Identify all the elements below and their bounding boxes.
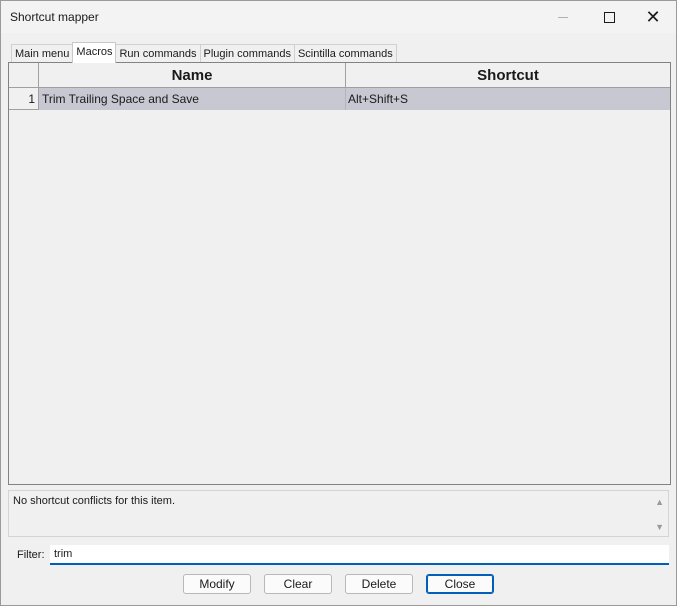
shortcut-mapper-window: Shortcut mapper ✕ Main menu Macros Run c… [0, 0, 677, 606]
tab-macros[interactable]: Macros [72, 42, 117, 63]
tab-bar: Main menu Macros Run commands Plugin com… [11, 42, 397, 63]
tab-plugin-commands[interactable]: Plugin commands [199, 44, 295, 63]
window-title: Shortcut mapper [10, 10, 99, 24]
scroll-up-icon[interactable]: ▲ [655, 497, 664, 507]
filter-input[interactable]: trim [50, 545, 669, 565]
close-icon: ✕ [645, 7, 661, 27]
title-bar: Shortcut mapper ✕ [1, 1, 676, 33]
tab-scintilla-commands[interactable]: Scintilla commands [293, 44, 397, 63]
conflict-info-box[interactable]: No shortcut conflicts for this item. ▲ ▼ [8, 490, 669, 537]
column-header-shortcut[interactable]: Shortcut [346, 63, 670, 88]
clear-button[interactable]: Clear [264, 574, 332, 594]
shortcut-grid[interactable]: Name Shortcut 1 Trim Trailing Space and … [8, 62, 671, 485]
maximize-icon [603, 11, 615, 23]
macro-name-cell[interactable]: Trim Trailing Space and Save [39, 88, 346, 110]
grid-corner-header [9, 63, 39, 88]
delete-button[interactable]: Delete [345, 574, 413, 594]
scroll-down-icon[interactable]: ▼ [655, 522, 664, 532]
maximize-button[interactable] [586, 1, 632, 33]
table-row[interactable]: 1 Trim Trailing Space and Save Alt+Shift… [9, 88, 670, 110]
row-index: 1 [9, 88, 39, 110]
close-window-button[interactable]: ✕ [630, 1, 676, 33]
minimize-button[interactable] [540, 1, 586, 33]
conflict-message: No shortcut conflicts for this item. [13, 495, 175, 507]
close-button[interactable]: Close [426, 574, 494, 594]
tab-run-commands[interactable]: Run commands [115, 44, 201, 63]
filter-label: Filter: [17, 549, 45, 561]
column-header-name[interactable]: Name [39, 63, 346, 88]
modify-button[interactable]: Modify [183, 574, 251, 594]
minimize-icon [558, 16, 568, 18]
shortcut-cell[interactable]: Alt+Shift+S [346, 88, 670, 110]
tab-main-menu[interactable]: Main menu [11, 44, 74, 63]
